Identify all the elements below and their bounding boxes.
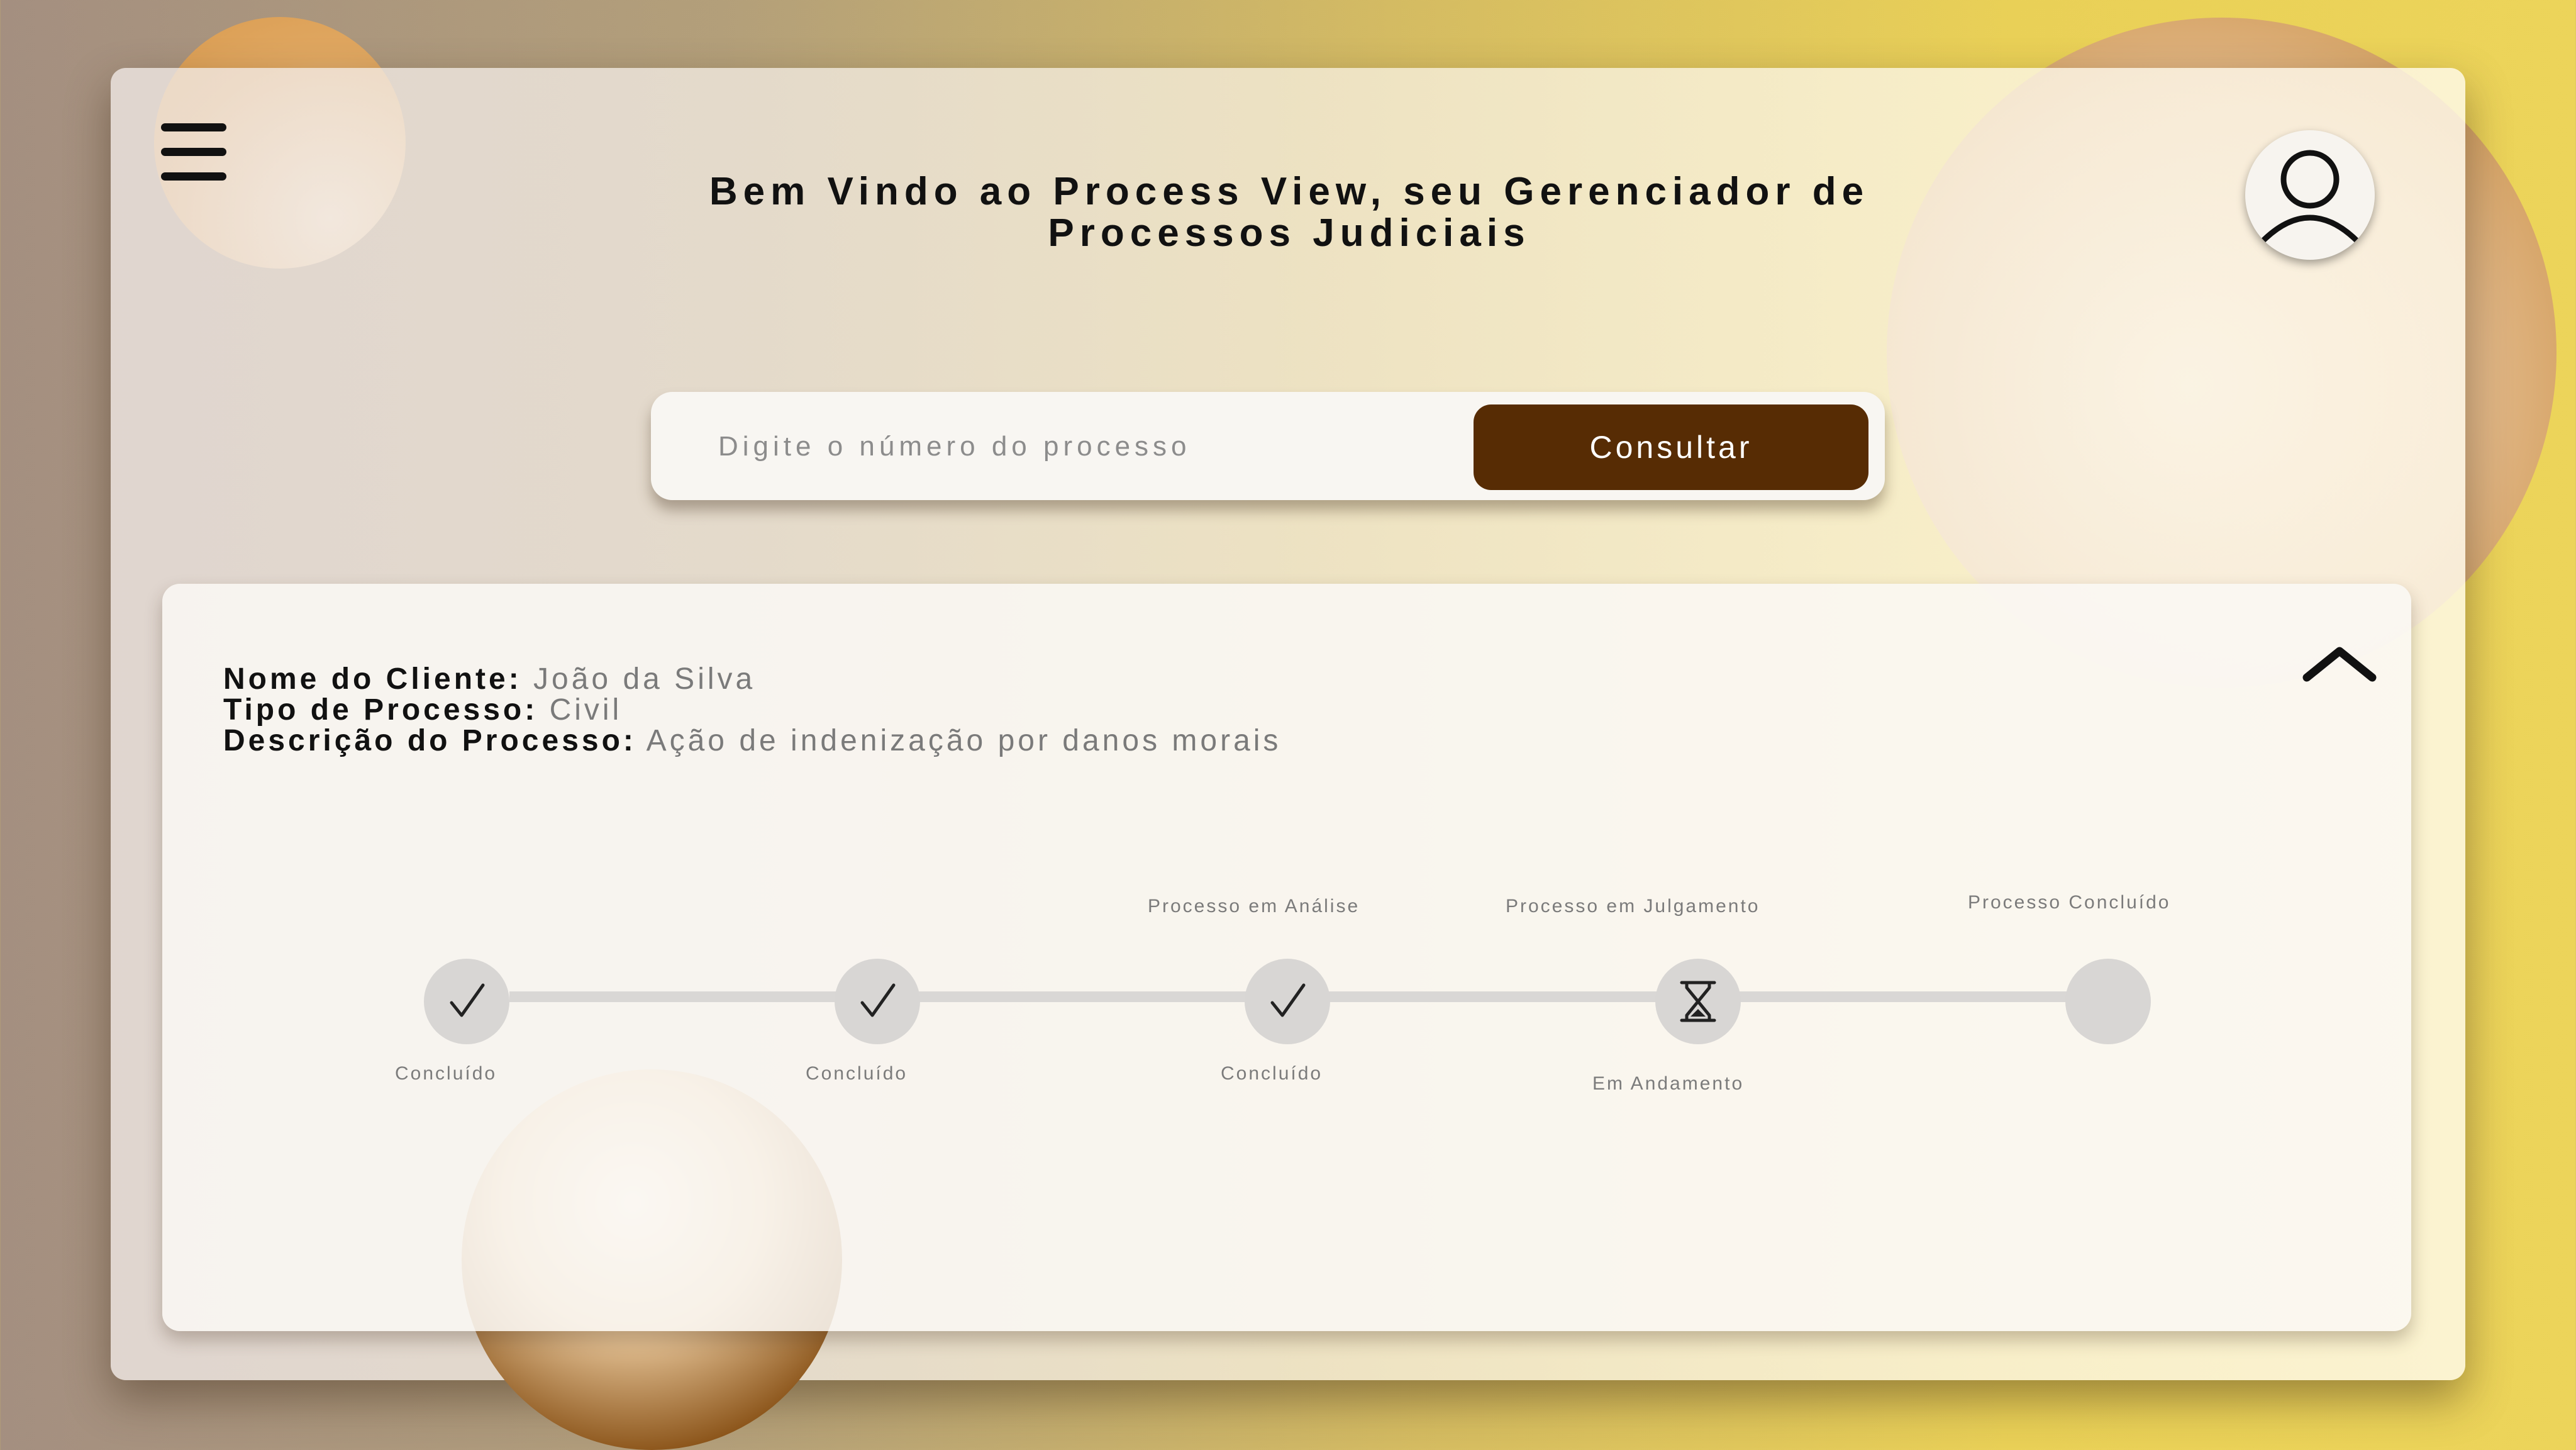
timeline-connector (1739, 991, 2072, 1002)
process-info: Nome do Cliente: João da Silva Tipo de P… (223, 664, 1281, 756)
process-description-label: Descrição do Processo: (223, 724, 636, 757)
process-description-row: Descrição do Processo: Ação de indenizaç… (223, 725, 1281, 756)
page-title-line-1: Bem Vindo ao Process View, seu Gerenciad… (709, 170, 1870, 213)
check-icon (860, 983, 896, 1017)
check-icon (1270, 983, 1306, 1017)
timeline-step-3-status: Concluído (1221, 1063, 1323, 1084)
process-number-input[interactable] (717, 417, 1474, 476)
timeline-step-2 (835, 959, 920, 1044)
client-name-value: João da Silva (533, 662, 756, 696)
timeline-step-4-status: Em Andamento (1592, 1073, 1745, 1094)
process-type-value: Civil (549, 693, 623, 727)
client-name-row: Nome do Cliente: João da Silva (223, 664, 1281, 694)
chevron-up-icon[interactable] (2296, 639, 2384, 689)
process-type-label: Tipo de Processo: (223, 693, 538, 727)
page-title-line-2: Processos Judiciais (1048, 211, 1531, 255)
timeline-step-2-status: Concluído (806, 1063, 908, 1084)
user-profile-icon[interactable] (2245, 130, 2375, 260)
timeline-step-5 (2065, 959, 2151, 1044)
timeline-step-4 (1655, 959, 1741, 1044)
process-description-value: Ação de indenização por danos morais (646, 724, 1282, 757)
timeline-step-1-status: Concluído (395, 1063, 497, 1084)
hourglass-icon (1680, 981, 1716, 1022)
consult-button[interactable]: Consultar (1474, 404, 1868, 490)
timeline-step-4-title: Processo em Julgamento (1506, 896, 1760, 917)
search-bar: Consultar (651, 392, 1885, 500)
client-name-label: Nome do Cliente: (223, 662, 522, 696)
timeline-step-5-title: Processo Concluído (1968, 892, 2171, 913)
page-title: Bem Vindo ao Process View, seu Gerenciad… (660, 171, 1918, 254)
timeline-connector (918, 991, 1252, 1002)
timeline-step-3-title: Processo em Análise (1148, 896, 1360, 917)
check-icon (450, 983, 485, 1017)
hamburger-menu-icon[interactable] (161, 123, 226, 181)
process-type-row: Tipo de Processo: Civil (223, 694, 1281, 725)
timeline-connector (509, 991, 843, 1002)
timeline-step-1 (424, 959, 509, 1044)
timeline-connector (1328, 991, 1662, 1002)
timeline-step-3 (1245, 959, 1330, 1044)
